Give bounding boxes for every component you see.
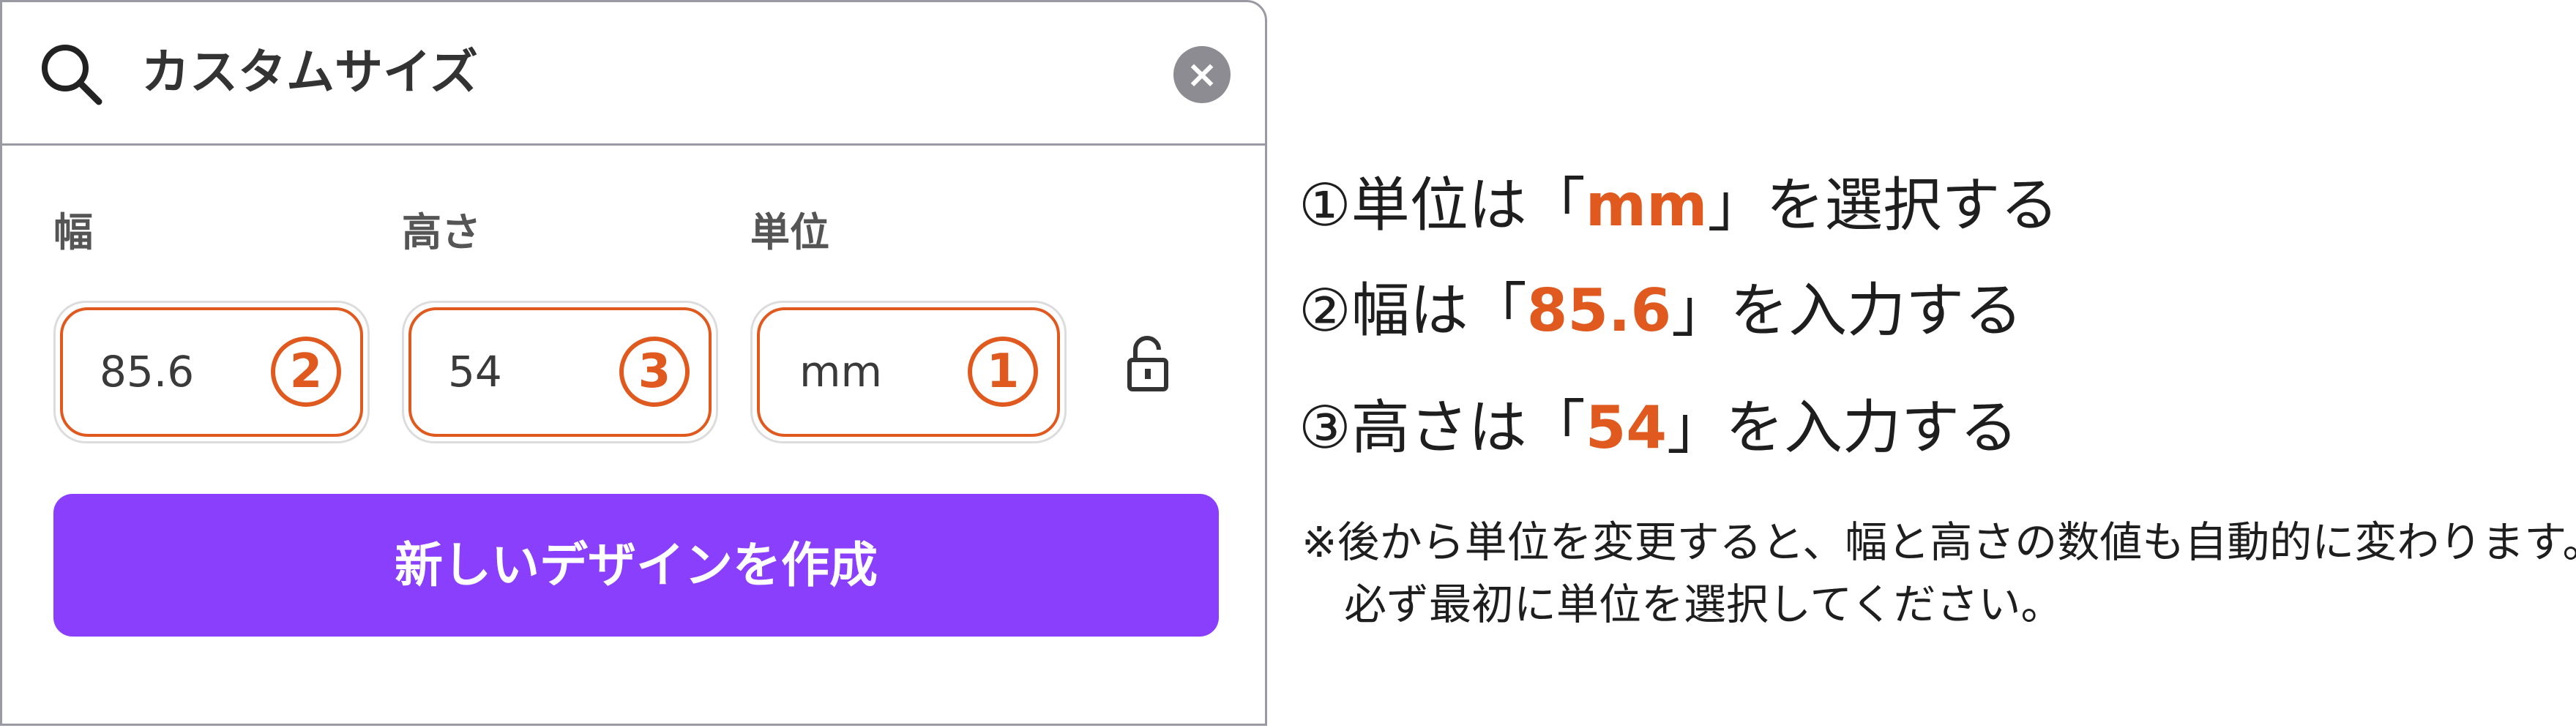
note-line-1: ※後から単位を変更すると、幅と高さの数値も自動的に変わります。 (1302, 517, 2576, 567)
unit-select[interactable]: mm 1 (750, 301, 1067, 443)
custom-size-panel: カスタムサイズ × 幅 高さ 単位 85.6 2 54 3 mm 1 新しいデザ… (0, 0, 1267, 726)
search-icon (42, 45, 102, 105)
create-design-button[interactable]: 新しいデザインを作成 (53, 494, 1219, 637)
unit-value: mm (799, 347, 882, 397)
height-label: 高さ (402, 209, 481, 255)
search-bar: カスタムサイズ × (2, 2, 1265, 146)
note-line-2: 必ず最初に単位を選択してください。 (1302, 579, 2064, 629)
instruction-1: ①単位は「mm」を選択する (1299, 171, 2059, 239)
step-badge-1: 1 (968, 337, 1038, 407)
height-field[interactable]: 54 3 (402, 301, 718, 443)
close-icon[interactable]: × (1173, 46, 1231, 103)
width-value: 85.6 (100, 347, 195, 397)
height-value: 54 (448, 347, 502, 397)
step-badge-3: 3 (619, 337, 690, 407)
instruction-2: ②幅は「85.6」を入力する (1299, 277, 2023, 345)
instruction-3: ③高さは「54」を入力する (1299, 394, 2019, 462)
width-label: 幅 (53, 209, 93, 255)
search-input[interactable]: カスタムサイズ (141, 39, 478, 106)
unit-label: 単位 (750, 209, 829, 255)
width-field[interactable]: 85.6 2 (53, 301, 370, 443)
step-badge-2: 2 (271, 337, 341, 407)
unlock-icon[interactable] (1125, 335, 1171, 394)
